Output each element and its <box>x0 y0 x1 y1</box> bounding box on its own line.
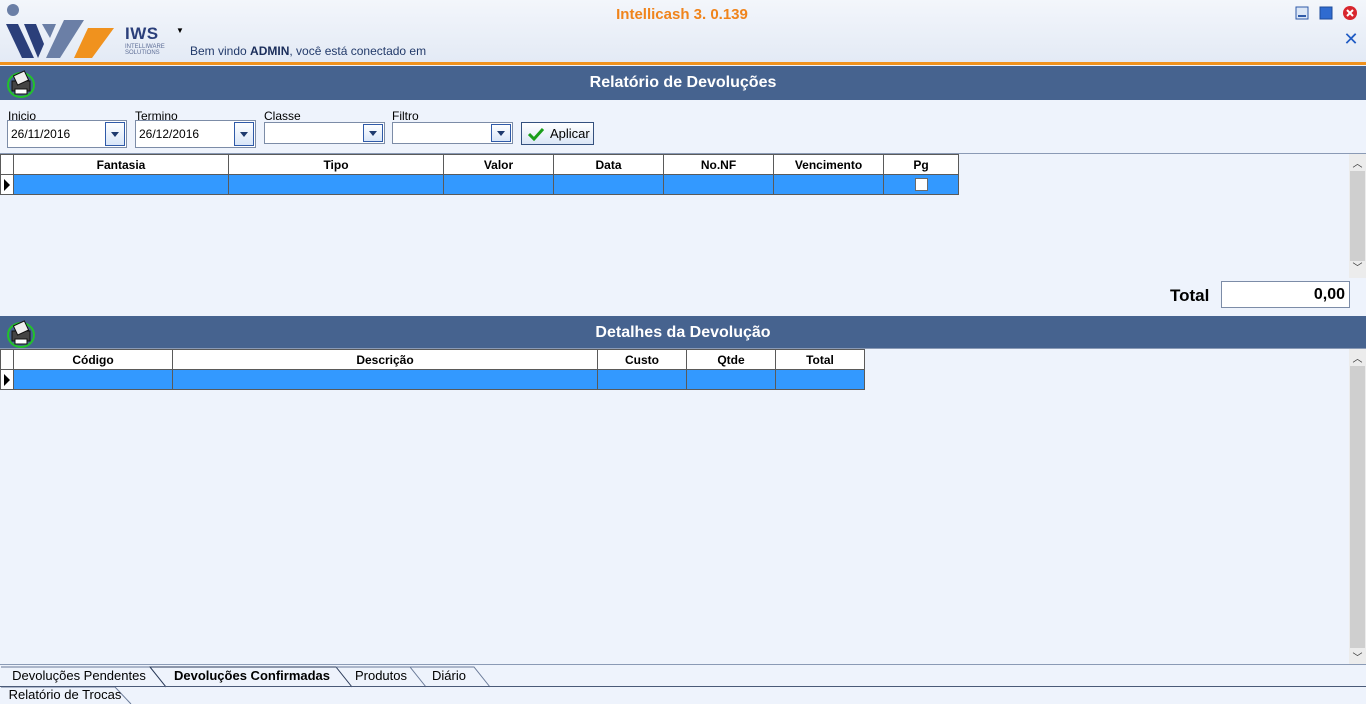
header-accent-line <box>0 62 1366 65</box>
apply-button-label: Aplicar <box>550 126 590 141</box>
cell-descricao[interactable] <box>172 369 598 390</box>
column-header-qtde[interactable]: Qtde <box>686 349 776 370</box>
cell-nonf[interactable] <box>663 174 774 195</box>
tab-diario[interactable]: Diário <box>422 665 476 686</box>
row-indicator <box>0 369 14 390</box>
report-grid[interactable]: Fantasia Tipo Valor Data No.NF Venciment… <box>0 153 1366 278</box>
table-row[interactable] <box>0 369 865 390</box>
scroll-thumb[interactable] <box>1350 171 1365 261</box>
minimize-icon[interactable] <box>1294 5 1310 21</box>
logo-subtitle: INTELLIWARE SOLUTIONS <box>125 44 165 56</box>
start-date-picker[interactable]: 26/11/2016 <box>7 120 127 148</box>
details-scrollbar[interactable]: ︿ ﹀ <box>1349 349 1366 665</box>
class-label: Classe <box>264 109 301 123</box>
close-form-icon[interactable]: ✕ <box>1342 30 1360 48</box>
cell-total[interactable] <box>775 369 865 390</box>
class-select[interactable] <box>264 122 385 144</box>
report-header-row: Fantasia Tipo Valor Data No.NF Venciment… <box>0 154 959 175</box>
scroll-up-icon[interactable]: ︿ <box>1349 154 1366 171</box>
cell-custo[interactable] <box>597 369 687 390</box>
welcome-message: Bem vindo ADMIN, você está conectado em <box>190 44 427 58</box>
cell-codigo[interactable] <box>13 369 173 390</box>
app-title: Intellicash 3. 0.139 <box>616 6 748 23</box>
logo-text: IWS <box>125 24 159 43</box>
bottom-tabs: Devoluções Pendentes Devoluções Confirma… <box>0 664 1366 704</box>
apply-button[interactable]: Aplicar <box>521 122 594 145</box>
logo-dropdown-icon[interactable]: ▼ <box>176 26 184 35</box>
filter-select[interactable] <box>392 122 513 144</box>
column-header-pg[interactable]: Pg <box>883 154 959 175</box>
app-header: IWS INTELLIWARE SOLUTIONS ▼ Intellicash … <box>0 0 1366 62</box>
total-label: Total <box>1170 286 1210 305</box>
row-indicator-header <box>0 349 14 370</box>
details-grid[interactable]: Código Descrição Custo Qtde Total ︿ ﹀ <box>0 348 1366 665</box>
tab-produtos[interactable]: Produtos <box>346 665 416 686</box>
scroll-down-icon[interactable]: ﹀ <box>1349 648 1366 665</box>
report-title: Relatório de Devoluções <box>589 74 777 91</box>
row-pointer-icon <box>4 374 10 386</box>
row-indicator <box>0 174 14 195</box>
column-header-tipo[interactable]: Tipo <box>228 154 444 175</box>
tab-devolucoes-confirmadas[interactable]: Devoluções Confirmadas <box>166 665 338 686</box>
scroll-thumb[interactable] <box>1350 366 1365 648</box>
close-app-icon[interactable] <box>1342 5 1358 21</box>
report-section-header: Relatório de Devoluções <box>0 66 1366 100</box>
scroll-down-icon[interactable]: ﹀ <box>1349 258 1366 275</box>
cell-valor[interactable] <box>443 174 554 195</box>
cell-tipo[interactable] <box>228 174 444 195</box>
row-indicator-header <box>0 154 14 175</box>
welcome-user: ADMIN <box>250 44 290 58</box>
chevron-down-icon[interactable] <box>491 124 511 142</box>
column-header-codigo[interactable]: Código <box>13 349 173 370</box>
details-section-header: Detalhes da Devolução <box>0 316 1366 350</box>
scroll-up-icon[interactable]: ︿ <box>1349 349 1366 366</box>
cell-qtde[interactable] <box>686 369 776 390</box>
column-header-valor[interactable]: Valor <box>443 154 554 175</box>
cell-pg[interactable] <box>883 174 959 195</box>
tab-divider <box>0 686 1366 687</box>
chevron-down-icon[interactable] <box>234 122 254 146</box>
details-title: Detalhes da Devolução <box>595 324 771 341</box>
total-value: 0,00 <box>1221 281 1350 308</box>
cell-fantasia[interactable] <box>13 174 229 195</box>
report-scrollbar[interactable]: ︿ ﹀ <box>1349 154 1366 278</box>
cell-data[interactable] <box>553 174 664 195</box>
tab-relatorio-de-trocas[interactable]: Relatório de Trocas <box>2 684 128 704</box>
column-header-custo[interactable]: Custo <box>597 349 687 370</box>
pg-checkbox[interactable] <box>914 178 928 191</box>
end-date-picker[interactable]: 26/12/2016 <box>135 120 256 148</box>
filter-label: Filtro <box>392 109 419 123</box>
column-header-data[interactable]: Data <box>553 154 664 175</box>
cell-vencimento[interactable] <box>773 174 884 195</box>
column-header-descricao[interactable]: Descrição <box>172 349 598 370</box>
column-header-vencimento[interactable]: Vencimento <box>773 154 884 175</box>
details-header-row: Código Descrição Custo Qtde Total <box>0 349 865 370</box>
column-header-nonf[interactable]: No.NF <box>663 154 774 175</box>
chevron-down-icon[interactable] <box>363 124 383 142</box>
table-row[interactable] <box>0 174 959 195</box>
column-header-total[interactable]: Total <box>775 349 865 370</box>
maximize-icon[interactable] <box>1318 5 1334 21</box>
column-header-fantasia[interactable]: Fantasia <box>13 154 229 175</box>
chevron-down-icon[interactable] <box>105 122 125 146</box>
checkmark-icon <box>528 127 544 141</box>
details-table: Código Descrição Custo Qtde Total <box>0 349 865 390</box>
report-table: Fantasia Tipo Valor Data No.NF Venciment… <box>0 154 959 195</box>
row-pointer-icon <box>4 179 10 191</box>
tab-devolucoes-pendentes[interactable]: Devoluções Pendentes <box>4 665 154 686</box>
